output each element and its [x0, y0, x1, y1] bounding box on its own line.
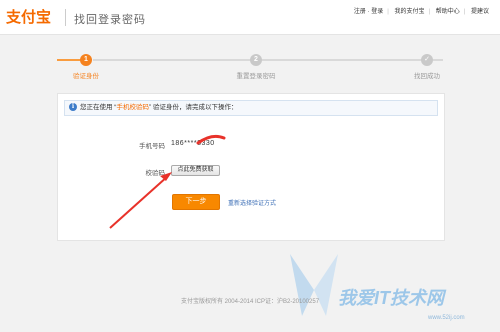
- annotation-arrow-head: [160, 172, 172, 181]
- watermark-url: www.52ij.com: [428, 315, 465, 321]
- watermark-logo-icon: [290, 254, 338, 316]
- footer-copyright: 支付宝版权所有 2004-2014 ICP证：沪B2-20100257: [180, 299, 320, 305]
- annotation-scribble: [196, 134, 226, 145]
- annotation-arrow-shaft: [109, 175, 169, 229]
- annotation-arrow: [109, 134, 226, 229]
